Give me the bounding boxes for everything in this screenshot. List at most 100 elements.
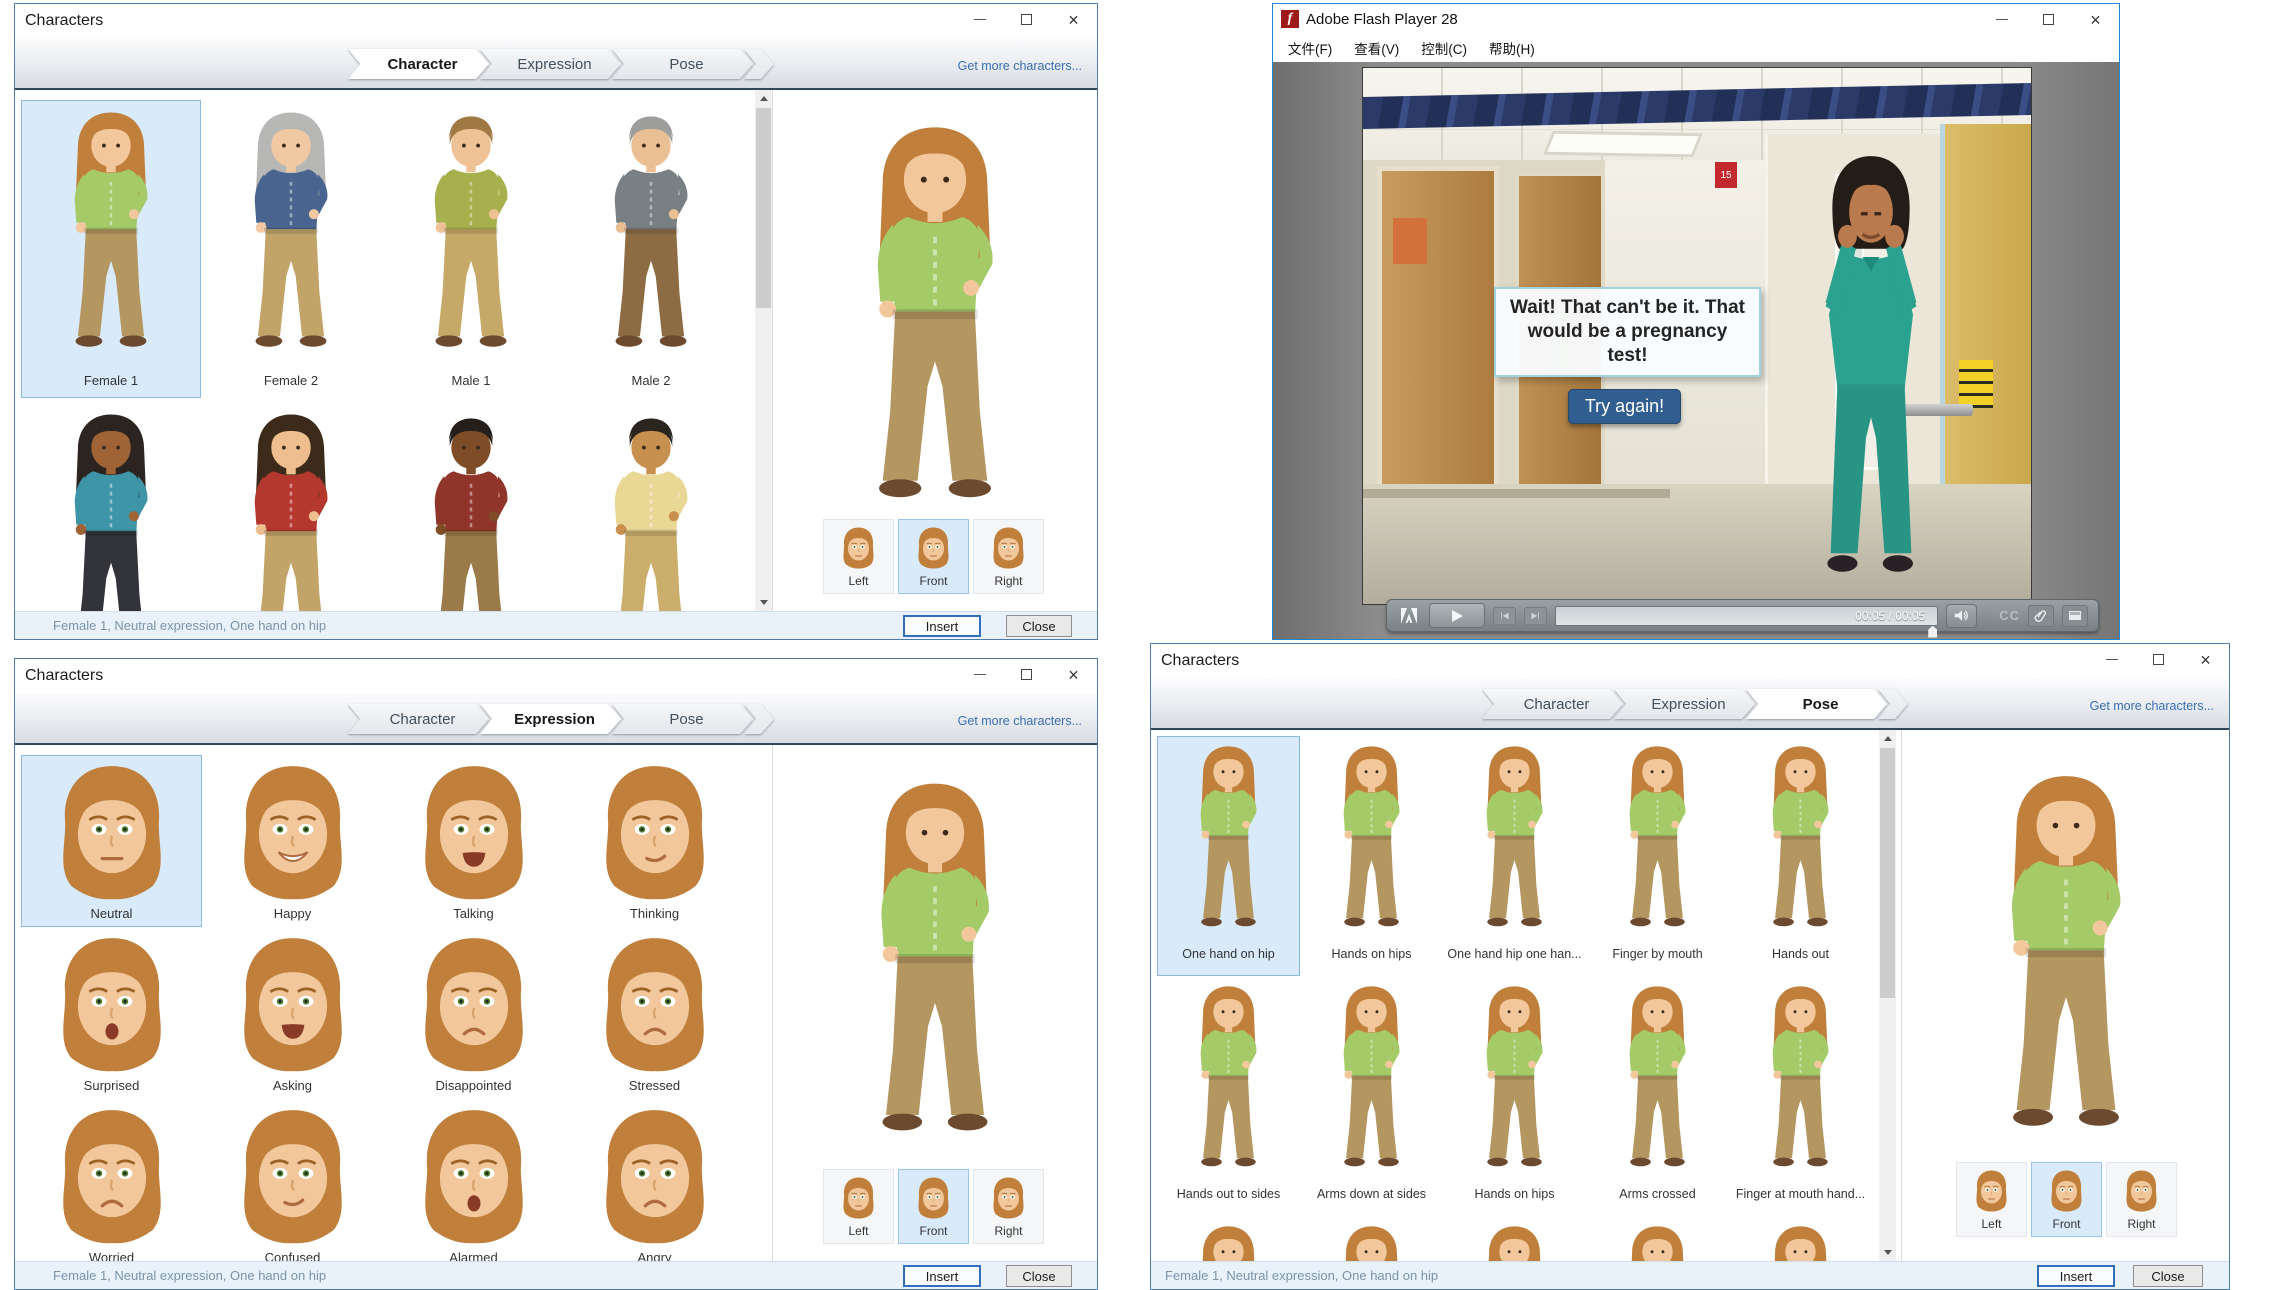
expression-thumbnail[interactable]: Happy: [202, 755, 383, 927]
close-dialog-button[interactable]: Close: [2133, 1265, 2203, 1287]
orientation-option[interactable]: Right: [973, 1169, 1044, 1244]
character-thumbnail[interactable]: [561, 402, 741, 611]
wizard-tab[interactable]: Expression: [480, 49, 621, 79]
expression-thumbnail[interactable]: Talking: [383, 755, 564, 927]
pose-thumbnail[interactable]: One hand on hip: [1157, 736, 1300, 976]
orientation-option[interactable]: Front: [2031, 1162, 2102, 1237]
maximize-button[interactable]: [2135, 644, 2182, 675]
character-thumbnail[interactable]: [201, 402, 381, 611]
pose-thumbnail[interactable]: Hands out to sides: [1157, 976, 1300, 1216]
scroll-down-button[interactable]: [1879, 1244, 1896, 1261]
title-bar[interactable]: f Adobe Flash Player 28 ×: [1273, 4, 2119, 34]
wizard-tab[interactable]: Character: [1482, 689, 1623, 719]
expression-thumbnail[interactable]: Alarmed: [383, 1099, 564, 1261]
expression-thumbnail[interactable]: Stressed: [564, 927, 745, 1099]
menu-item[interactable]: 查看(V): [1343, 38, 1410, 58]
pose-thumbnail[interactable]: Finger at mouth hand...: [1729, 976, 1872, 1216]
menu-item[interactable]: 文件(F): [1277, 38, 1343, 58]
pose-thumbnail[interactable]: [1443, 1216, 1586, 1261]
orientation-option[interactable]: Right: [973, 519, 1044, 594]
scroll-up-button[interactable]: [1879, 730, 1896, 747]
seek-bar[interactable]: 00:05 / 00:05: [1555, 606, 1938, 626]
character-thumbnail[interactable]: [21, 402, 201, 611]
pose-thumbnail[interactable]: [1300, 1216, 1443, 1261]
previous-button[interactable]: |◀: [1493, 607, 1516, 625]
get-more-characters-link[interactable]: Get more characters...: [958, 714, 1082, 728]
minimize-button[interactable]: [1978, 4, 2025, 35]
scroll-up-button[interactable]: [755, 90, 772, 107]
attachment-button[interactable]: [2028, 605, 2054, 627]
pose-thumbnail[interactable]: Arms crossed: [1586, 976, 1729, 1216]
orientation-option[interactable]: Left: [1956, 1162, 2027, 1237]
character-thumbnail[interactable]: Male 2: [561, 100, 741, 398]
menu-item[interactable]: 控制(C): [1410, 38, 1478, 58]
character-thumbnail[interactable]: [381, 402, 561, 611]
minimize-button[interactable]: [956, 4, 1003, 35]
scrollbar-thumb[interactable]: [1880, 748, 1895, 998]
expression-thumbnail[interactable]: Thinking: [564, 755, 745, 927]
orientation-option[interactable]: Left: [823, 1169, 894, 1244]
get-more-characters-link[interactable]: Get more characters...: [958, 59, 1082, 73]
wizard-tab[interactable]: Expression: [1614, 689, 1755, 719]
playhead-marker[interactable]: [1928, 626, 1937, 638]
close-button[interactable]: ×: [2182, 644, 2229, 675]
title-bar[interactable]: Characters ×: [1151, 644, 2229, 678]
expression-thumbnail[interactable]: Angry: [564, 1099, 745, 1261]
orientation-option[interactable]: Right: [2106, 1162, 2177, 1237]
wizard-tab[interactable]: Character: [348, 704, 489, 734]
close-button[interactable]: ×: [1050, 659, 1097, 690]
maximize-button[interactable]: [1003, 4, 1050, 35]
maximize-button[interactable]: [1003, 659, 1050, 690]
pose-thumbnail[interactable]: [1729, 1216, 1872, 1261]
insert-button[interactable]: Insert: [2037, 1265, 2115, 1287]
pose-thumbnail[interactable]: Finger by mouth: [1586, 736, 1729, 976]
wizard-tab[interactable]: Expression: [480, 704, 621, 734]
volume-button[interactable]: [1946, 604, 1977, 628]
pose-thumbnail[interactable]: [1157, 1216, 1300, 1261]
scroll-down-button[interactable]: [755, 594, 772, 611]
expression-thumbnail[interactable]: Worried: [21, 1099, 202, 1261]
get-more-characters-link[interactable]: Get more characters...: [2090, 699, 2214, 713]
try-again-button[interactable]: Try again!: [1568, 389, 1681, 424]
expression-thumbnail[interactable]: Neutral: [21, 755, 202, 927]
close-button[interactable]: ×: [1050, 4, 1097, 35]
wizard-tab[interactable]: Pose: [612, 49, 753, 79]
insert-button[interactable]: Insert: [903, 615, 981, 637]
menu-item[interactable]: 帮助(H): [1478, 38, 1546, 58]
next-button[interactable]: ▶|: [1524, 607, 1547, 625]
title-bar[interactable]: Characters ×: [15, 4, 1097, 38]
minimize-button[interactable]: [956, 659, 1003, 690]
wizard-tab[interactable]: Pose: [612, 704, 753, 734]
pose-thumbnail[interactable]: Hands on hips: [1300, 736, 1443, 976]
scrollbar[interactable]: [1879, 730, 1896, 1261]
expression-thumbnail[interactable]: Disappointed: [383, 927, 564, 1099]
maximize-button[interactable]: [2025, 4, 2072, 35]
expression-thumbnail[interactable]: Surprised: [21, 927, 202, 1099]
character-thumbnail[interactable]: Female 2: [201, 100, 381, 398]
play-button[interactable]: [1429, 603, 1485, 628]
minimize-button[interactable]: [2088, 644, 2135, 675]
close-button[interactable]: ×: [2072, 4, 2119, 35]
pose-thumbnail[interactable]: Hands out: [1729, 736, 1872, 976]
scrollbar-thumb[interactable]: [756, 108, 771, 308]
display-mode-button[interactable]: [2062, 605, 2088, 627]
orientation-option[interactable]: Front: [898, 519, 969, 594]
close-dialog-button[interactable]: Close: [1006, 1265, 1072, 1287]
scrollbar[interactable]: [755, 90, 772, 611]
wizard-tab[interactable]: Character: [348, 49, 489, 79]
orientation-option[interactable]: Left: [823, 519, 894, 594]
insert-button[interactable]: Insert: [903, 1265, 981, 1287]
pose-thumbnail[interactable]: [1586, 1216, 1729, 1261]
orientation-option[interactable]: Front: [898, 1169, 969, 1244]
expression-thumbnail[interactable]: Asking: [202, 927, 383, 1099]
closed-captions-button[interactable]: CC: [1999, 608, 2020, 623]
pose-thumbnail[interactable]: One hand hip one han...: [1443, 736, 1586, 976]
title-bar[interactable]: Characters ×: [15, 659, 1097, 693]
pose-thumbnail[interactable]: Arms down at sides: [1300, 976, 1443, 1216]
wizard-tab[interactable]: Pose: [1746, 689, 1887, 719]
close-dialog-button[interactable]: Close: [1006, 615, 1072, 637]
expression-thumbnail[interactable]: Confused: [202, 1099, 383, 1261]
pose-thumbnail[interactable]: Hands on hips: [1443, 976, 1586, 1216]
character-thumbnail[interactable]: Female 1: [21, 100, 201, 398]
character-thumbnail[interactable]: Male 1: [381, 100, 561, 398]
